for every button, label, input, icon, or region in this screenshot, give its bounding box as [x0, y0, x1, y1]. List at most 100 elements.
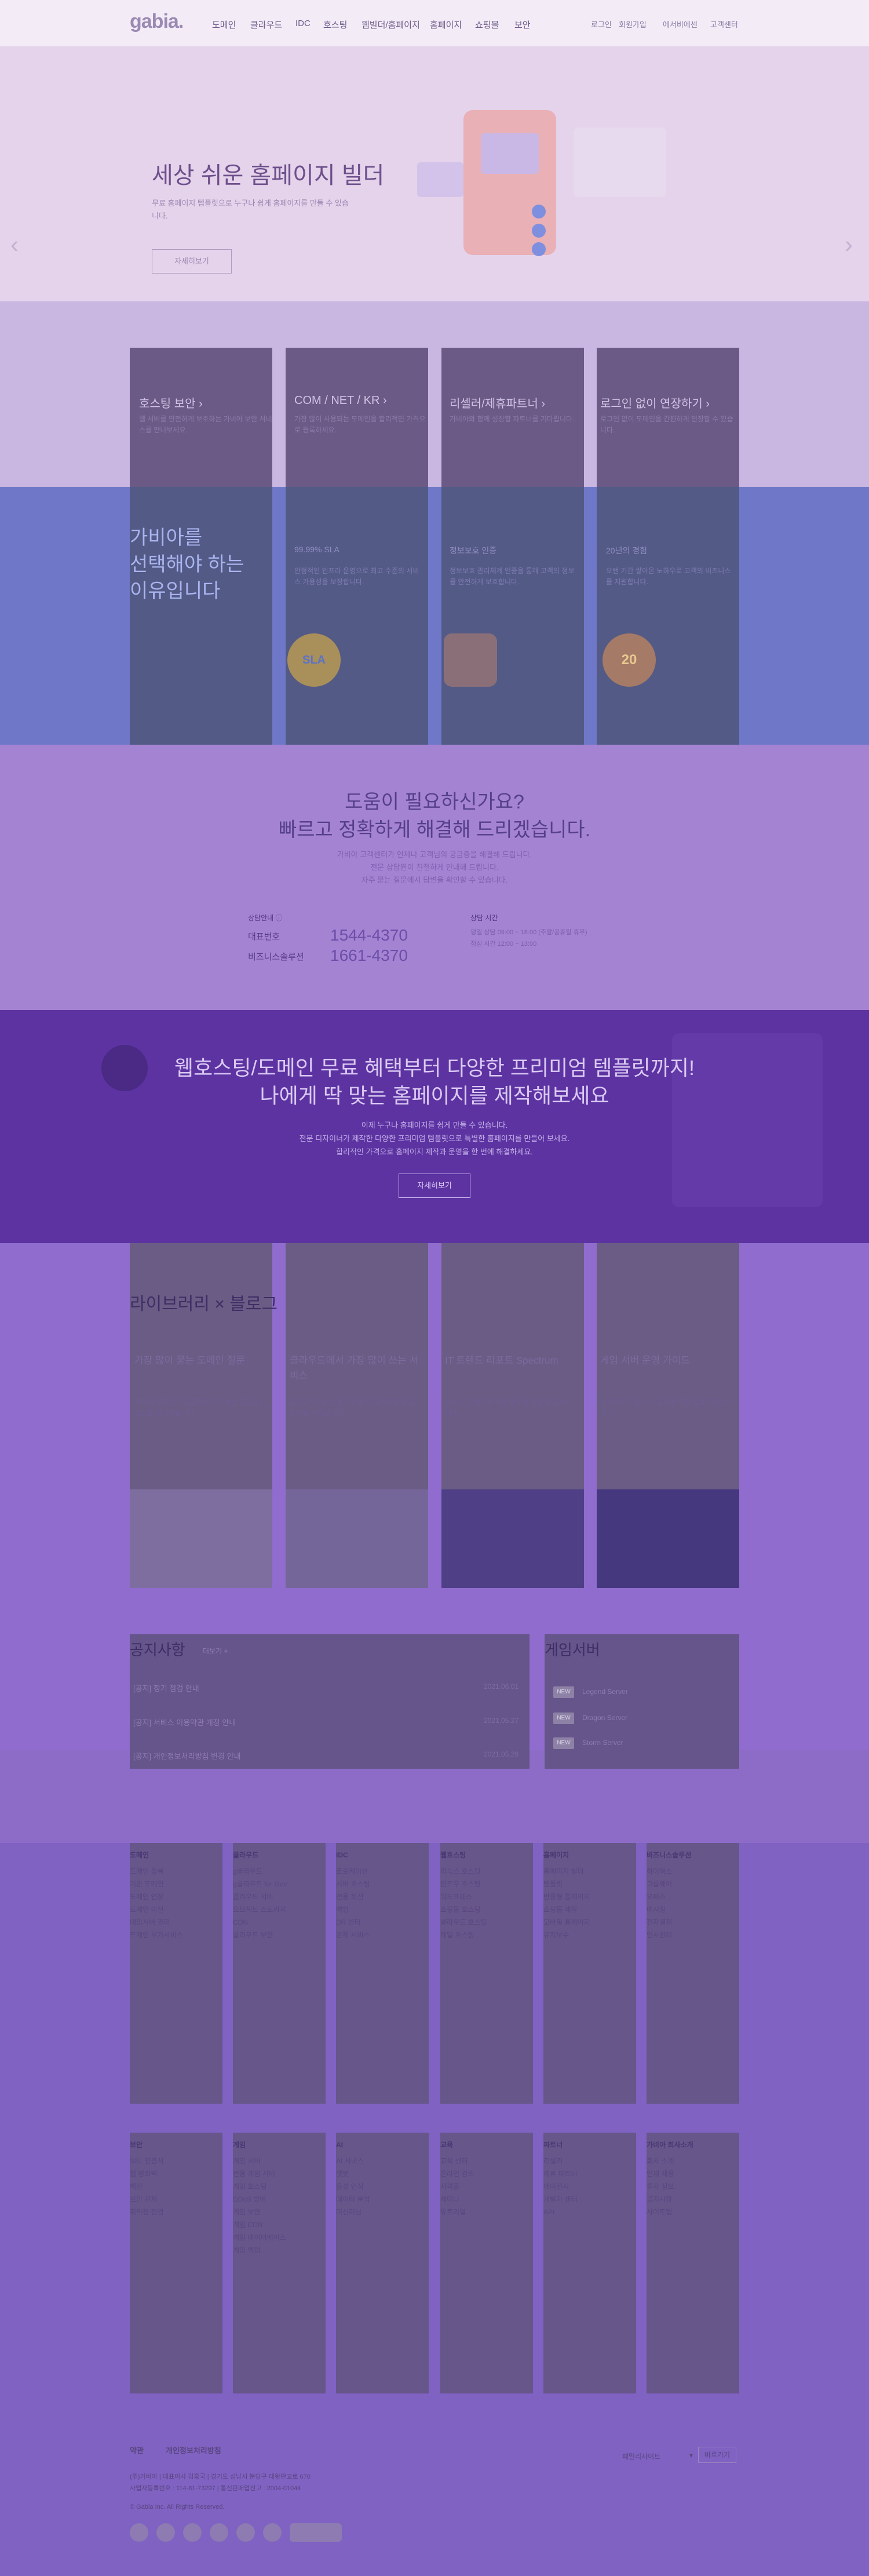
footer-link[interactable]: 인재 채용 [647, 2167, 693, 2180]
footer-link[interactable]: 리눅스 호스팅 [440, 1865, 487, 1878]
footer-link[interactable]: 자격증 [440, 2180, 474, 2193]
footer-link[interactable]: 게임 백업 [233, 2244, 286, 2257]
footer-link[interactable]: 전자결재 [647, 1916, 691, 1929]
footer-link[interactable]: 반응형 홈페이지 [543, 1890, 590, 1903]
footer-link[interactable]: 백업 [336, 1903, 370, 1916]
footer-link[interactable]: 메시징 [647, 1903, 691, 1916]
footer-link[interactable]: 게임 보안 [233, 2206, 286, 2218]
family-site-chevron-icon[interactable]: ▾ [689, 2451, 693, 2460]
footer-link[interactable]: SSL 인증서 [130, 2155, 164, 2167]
footer-link[interactable]: 윈도우 호스팅 [440, 1878, 487, 1890]
blog-post-title[interactable]: 가장 많이 묻는 도메인 질문 [134, 1353, 265, 1368]
footer-link[interactable]: 클라우드 보안 [233, 1929, 287, 1941]
notice-item[interactable]: [공지] 서비스 이용약관 개정 안내 [133, 1717, 236, 1728]
footer-link[interactable]: 백신 [130, 2180, 164, 2193]
promo-detail-button[interactable]: 자세히보기 [399, 1174, 470, 1198]
footer-link[interactable]: 도메인 연장 [130, 1890, 183, 1903]
hero-detail-button[interactable]: 자세히보기 [152, 249, 232, 274]
footer-link[interactable]: 관제 서비스 [336, 1929, 370, 1941]
footer-link[interactable]: 공지사항 [647, 2193, 693, 2206]
blog-post-title[interactable]: 클라우드에서 가장 많이 쓰는 서비스 [290, 1353, 420, 1383]
footer-link[interactable]: 오피스 [647, 1890, 691, 1903]
footer-link[interactable]: 템플릿 [543, 1878, 590, 1890]
footer-link[interactable]: 교육 센터 [440, 2155, 474, 2167]
footer-link[interactable]: 인사관리 [647, 1929, 691, 1941]
blog-post-title[interactable]: IT 트렌드 리포트 Spectrum [445, 1353, 575, 1368]
server-item[interactable]: Legend Server [582, 1688, 628, 1696]
nav-item-cloud[interactable]: 클라우드 [250, 19, 282, 31]
footer-link[interactable]: 개발자 센터 [543, 2193, 578, 2206]
footer-link[interactable]: DDoS 방어 [233, 2193, 286, 2206]
footer-link[interactable]: API [543, 2206, 578, 2218]
footer-link[interactable]: 머신러닝 [336, 2206, 370, 2218]
footer-link[interactable]: 홈페이지 빌더 [543, 1865, 590, 1878]
footer-link[interactable]: 전용 회선 [336, 1890, 370, 1903]
family-site-go-button[interactable]: 바로가기 [698, 2447, 736, 2463]
notice-item[interactable]: [공지] 정기 점검 안내 [133, 1682, 199, 1693]
footer-link[interactable]: 취약점 점검 [130, 2206, 164, 2218]
footer-link[interactable]: 게임 호스팅 [233, 2180, 286, 2193]
nav-item-hosting[interactable]: 호스팅 [323, 19, 347, 31]
footer-link[interactable]: 유지보수 [543, 1929, 590, 1941]
footer-link[interactable]: 쇼핑몰 호스팅 [440, 1903, 487, 1916]
server-item[interactable]: Storm Server [582, 1739, 623, 1747]
nav-item-webbuilder[interactable]: 웹빌더/홈페이지 [362, 19, 420, 31]
notice-item[interactable]: [공지] 개인정보처리방침 변경 안내 [133, 1750, 241, 1761]
footer-link[interactable]: 리셀러 [543, 2155, 578, 2167]
footer-link[interactable]: 메일 호스팅 [440, 1929, 487, 1941]
terms-link[interactable]: 약관 [130, 2444, 144, 2455]
support-link[interactable]: 고객센터 [710, 19, 738, 30]
nav-item-idc[interactable]: IDC [295, 19, 311, 28]
footer-link[interactable]: 세미나 [440, 2193, 474, 2206]
footer-link[interactable]: 회사 소개 [647, 2155, 693, 2167]
footer-link[interactable]: DR 센터 [336, 1916, 370, 1929]
footer-link[interactable]: 그룹웨어 [647, 1878, 691, 1890]
notice-more-link[interactable]: 더보기 + [203, 1646, 228, 1656]
footer-link[interactable]: 사이트맵 [647, 2206, 693, 2218]
footer-link[interactable]: 서버 호스팅 [336, 1878, 370, 1890]
footer-link[interactable]: g클라우드 [233, 1865, 287, 1878]
nav-item-domain[interactable]: 도메인 [212, 19, 236, 31]
footer-link[interactable]: 웹 방화벽 [130, 2167, 164, 2180]
main-phone-number[interactable]: 1544-4370 [330, 926, 408, 945]
family-site-select[interactable]: 패밀리사이트 [622, 2451, 660, 2461]
footer-link[interactable]: 튜토리얼 [440, 2206, 474, 2218]
footer-link[interactable]: 투자 정보 [647, 2180, 693, 2193]
footer-link[interactable]: 에이전시 [543, 2180, 578, 2193]
footer-link[interactable]: 음성 인식 [336, 2180, 370, 2193]
footer-link[interactable]: 데이터 분석 [336, 2193, 370, 2206]
footer-link[interactable]: 전용 게임 서버 [233, 2167, 286, 2180]
footer-link[interactable]: 모바일 홈페이지 [543, 1916, 590, 1929]
footer-link[interactable]: 네임서버 관리 [130, 1916, 183, 1929]
nav-item-homepage[interactable]: 홈페이지 [430, 19, 462, 31]
footer-link[interactable]: 게임 서버 [233, 2155, 286, 2167]
footer-link[interactable]: 클라우드 서버 [233, 1890, 287, 1903]
footer-link[interactable]: 워드프레스 [440, 1890, 487, 1903]
footer-link[interactable]: 게임 데이터베이스 [233, 2231, 286, 2244]
footer-link[interactable]: 기관 도메인 [130, 1878, 183, 1890]
gabia-logo[interactable]: gabia. [130, 10, 184, 33]
nav-item-shop[interactable]: 쇼핑몰 [475, 19, 499, 31]
login-link[interactable]: 로그인 [591, 19, 612, 30]
blog-post-title[interactable]: 게임 서버 운영 가이드 [600, 1353, 731, 1368]
footer-link[interactable]: CDN [233, 1916, 287, 1929]
footer-link[interactable]: 챗봇 [336, 2167, 370, 2180]
footer-link[interactable]: 쇼핑몰 제작 [543, 1903, 590, 1916]
next-slide-arrow-icon[interactable]: › [845, 231, 853, 258]
footer-link[interactable]: 보안 관제 [130, 2193, 164, 2206]
nav-item-security[interactable]: 보안 [514, 19, 531, 31]
footer-link[interactable]: 도메인 부가서비스 [130, 1929, 183, 1941]
footer-link[interactable]: 제휴 파트너 [543, 2167, 578, 2180]
footer-link[interactable]: 도메인 이전 [130, 1903, 183, 1916]
footer-link[interactable]: 하이웍스 [647, 1865, 691, 1878]
footer-link[interactable]: g클라우드 for Gov [233, 1878, 287, 1890]
signup-link[interactable]: 회원가입 [619, 19, 647, 30]
server-item[interactable]: Dragon Server [582, 1714, 627, 1722]
footer-link[interactable]: 클라우드 호스팅 [440, 1916, 487, 1929]
footer-link[interactable]: 도메인 등록 [130, 1865, 183, 1878]
footer-link[interactable]: 게임 CDN [233, 2218, 286, 2231]
footer-link[interactable]: 온라인 강의 [440, 2167, 474, 2180]
footer-link[interactable]: 오브젝트 스토리지 [233, 1903, 287, 1916]
footer-link[interactable]: AI 서비스 [336, 2155, 370, 2167]
privacy-link[interactable]: 개인정보처리방침 [166, 2444, 221, 2455]
